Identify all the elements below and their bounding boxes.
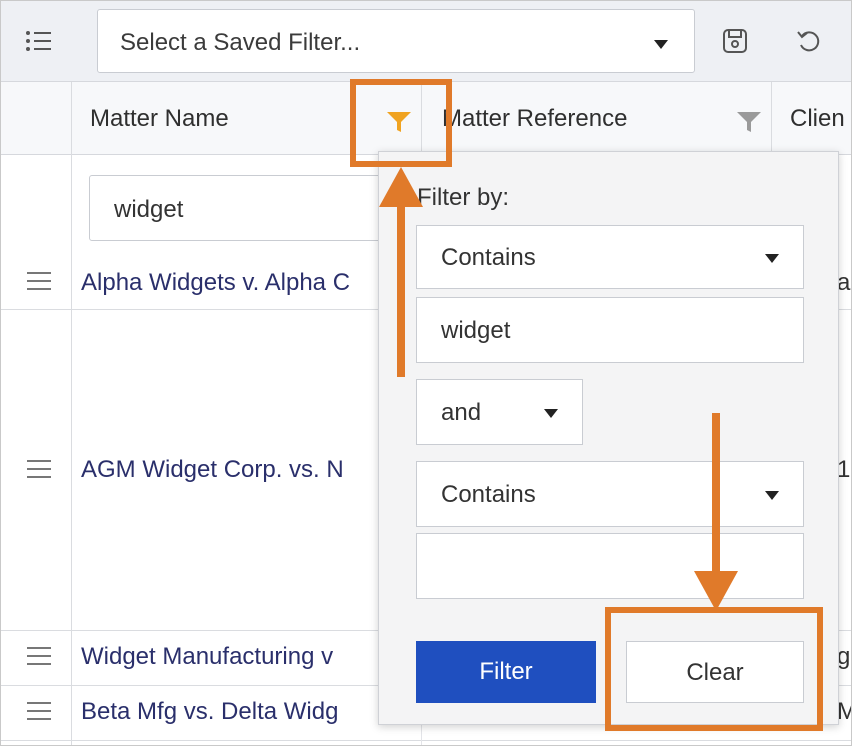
filter-input-value: widget xyxy=(114,196,184,223)
matter-name-link[interactable]: Alpha Widgets v. Alpha C xyxy=(81,269,350,297)
condition-1-value: Contains xyxy=(441,244,536,271)
header-handle-cell xyxy=(1,82,72,154)
save-icon[interactable] xyxy=(717,23,753,59)
value-1-text: widget xyxy=(441,317,511,344)
drag-handle-icon[interactable] xyxy=(27,272,51,296)
value-2-input[interactable] xyxy=(416,533,804,599)
filter-icon[interactable] xyxy=(736,110,762,134)
chevron-down-icon xyxy=(765,254,779,263)
condition-1-select[interactable]: Contains xyxy=(416,225,804,289)
filter-button[interactable]: Filter xyxy=(416,641,596,703)
matter-name-filter-input[interactable]: widget xyxy=(89,175,399,241)
client-cell: 1 xyxy=(837,456,851,483)
column-label: Matter Name xyxy=(90,105,229,132)
chevron-down-icon xyxy=(544,409,558,418)
drag-handle-icon[interactable] xyxy=(27,702,51,726)
client-cell: M xyxy=(837,698,851,726)
column-header-matter-reference[interactable]: Matter Reference xyxy=(422,82,772,154)
highlight-box-filter-icon xyxy=(350,79,452,167)
column-label: Matter Reference xyxy=(442,105,628,132)
saved-filter-select[interactable]: Select a Saved Filter... xyxy=(97,9,695,73)
matter-name-link[interactable]: Beta Mfg vs. Delta Widg xyxy=(81,698,338,726)
client-cell: a xyxy=(837,269,851,296)
condition-2-value: Contains xyxy=(441,481,536,508)
undo-icon[interactable] xyxy=(791,23,827,59)
annotation-arrow-shaft xyxy=(397,201,405,377)
chevron-down-icon xyxy=(765,491,779,500)
column-header-client[interactable]: Clien xyxy=(772,82,851,154)
client-cell: g xyxy=(837,643,851,670)
annotation-arrow-shaft xyxy=(712,413,720,579)
list-icon[interactable] xyxy=(21,23,57,59)
column-label: Clien xyxy=(790,105,845,132)
column-divider xyxy=(71,82,72,745)
join-operator-select[interactable]: and xyxy=(416,379,583,445)
drag-handle-icon[interactable] xyxy=(27,647,51,671)
value-1-input[interactable]: widget xyxy=(416,297,804,363)
app-window: Select a Saved Filter... Matter Name Mat… xyxy=(0,0,852,746)
arrow-down-icon xyxy=(694,571,738,611)
drag-handle-icon[interactable] xyxy=(27,460,51,484)
popup-title: Filter by: xyxy=(417,184,510,211)
arrow-up-icon xyxy=(379,167,423,207)
join-operator-value: and xyxy=(441,399,482,426)
matter-name-link[interactable]: AGM Widget Corp. vs. N xyxy=(81,456,344,484)
chevron-down-icon xyxy=(654,40,668,49)
highlight-box-clear-button xyxy=(605,607,823,731)
saved-filter-placeholder: Select a Saved Filter... xyxy=(120,29,361,56)
matter-name-link[interactable]: Widget Manufacturing v xyxy=(81,643,333,671)
condition-2-select[interactable]: Contains xyxy=(416,461,804,527)
toolbar: Select a Saved Filter... xyxy=(1,1,851,82)
